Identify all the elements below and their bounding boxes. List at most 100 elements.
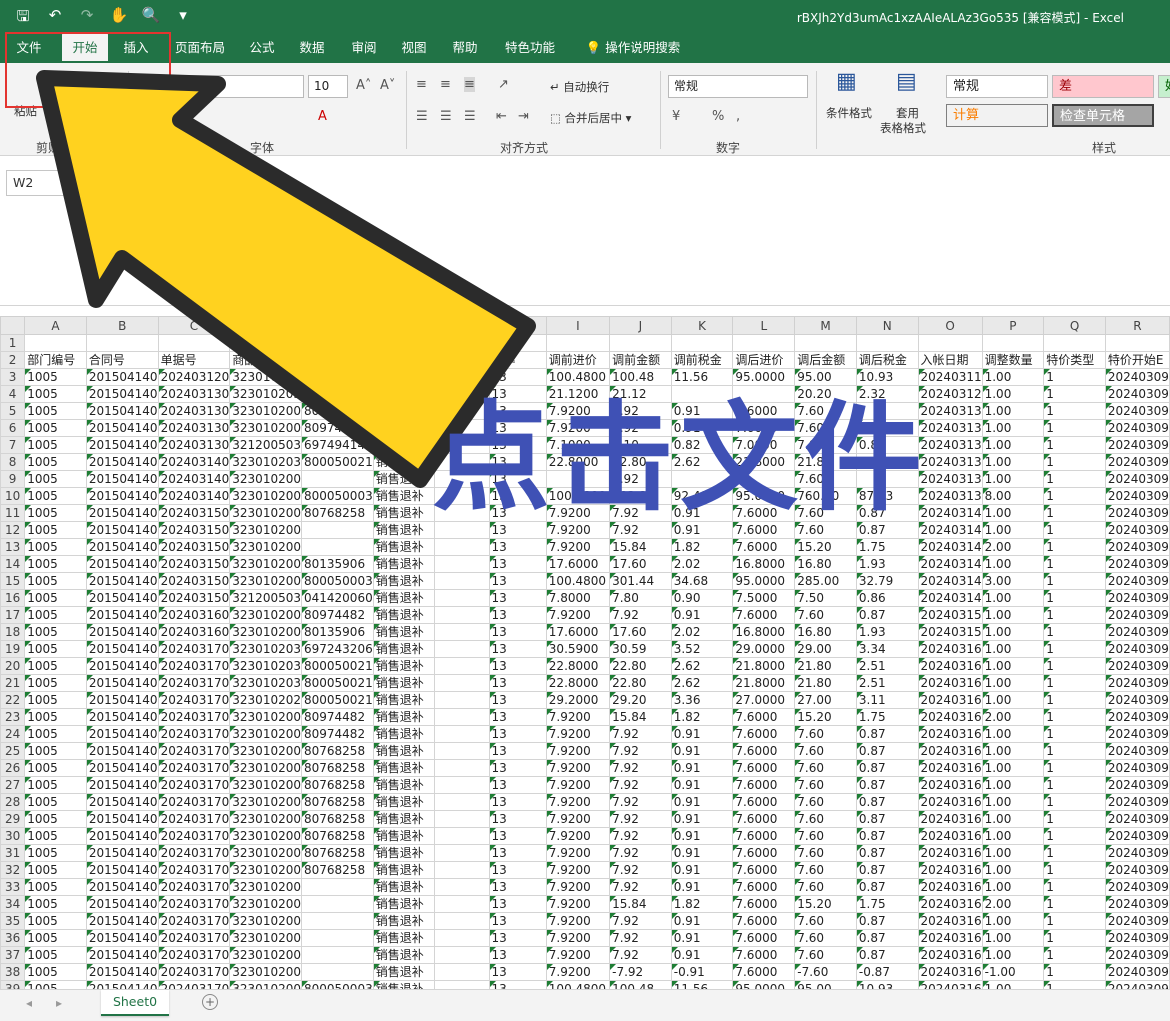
grid-cell[interactable]: 202403170 bbox=[157, 725, 231, 743]
grid-cell[interactable]: 95.00 bbox=[794, 980, 857, 989]
grid-cell[interactable]: 20240309 bbox=[1104, 368, 1170, 386]
grid-cell[interactable]: 13 bbox=[488, 810, 547, 828]
grid-cell[interactable]: 20240309 bbox=[1104, 572, 1170, 590]
grid-cell[interactable]: 7.92 bbox=[609, 810, 672, 828]
grid-cell[interactable]: 销售退补 bbox=[372, 725, 436, 743]
row-header[interactable]: 33 bbox=[0, 878, 26, 896]
grid-cell[interactable]: 3.36 bbox=[670, 691, 734, 709]
grid-cell[interactable]: 80768258 bbox=[301, 776, 374, 794]
column-header-O[interactable]: O bbox=[917, 316, 983, 335]
grid-cell[interactable]: 20240316 bbox=[917, 759, 983, 777]
grid-cell[interactable]: 323010200 bbox=[229, 963, 302, 981]
grid-cell[interactable]: 7.9200 bbox=[545, 827, 611, 845]
grid-cell[interactable]: 323010200 bbox=[229, 521, 302, 539]
grid-cell[interactable]: 销售退补 bbox=[372, 895, 436, 913]
worksheet-grid[interactable]: ABCDEFGHIJKLMNOPQR 1 2 部门编号 合同号 单据号 商品编码商税率 调前… bbox=[0, 316, 1170, 989]
grid-cell[interactable]: 1 bbox=[1043, 487, 1106, 505]
grid-cell[interactable] bbox=[157, 334, 231, 352]
row-header[interactable]: 29 bbox=[0, 810, 26, 828]
grid-cell[interactable]: 20240309 bbox=[1104, 385, 1170, 403]
row-header[interactable]: 11 bbox=[0, 504, 26, 522]
grid-cell[interactable] bbox=[434, 912, 490, 930]
grid-cell[interactable] bbox=[372, 351, 436, 369]
tab-data[interactable]: 数据 bbox=[294, 33, 330, 63]
grid-cell[interactable]: 销售退补 bbox=[372, 980, 436, 989]
grid-cell[interactable]: 13 bbox=[488, 368, 547, 386]
grid-cell[interactable]: 7.92 bbox=[609, 861, 672, 879]
grid-cell[interactable] bbox=[434, 504, 490, 522]
grid-cell[interactable]: 13 bbox=[488, 521, 547, 539]
grid-cell[interactable]: 20240316 bbox=[917, 742, 983, 760]
grid-cell[interactable]: 800050003 bbox=[301, 487, 374, 505]
grid-cell[interactable]: 1005 bbox=[24, 385, 87, 403]
column-header-Q[interactable]: Q bbox=[1043, 316, 1106, 335]
grid-cell[interactable]: 800050021 bbox=[301, 453, 374, 471]
row-header[interactable]: 39 bbox=[0, 980, 26, 989]
grid-cell[interactable]: 323010200 bbox=[229, 929, 302, 947]
grid-cell[interactable]: 7.9200 bbox=[545, 810, 611, 828]
grid-cell[interactable]: 20240313 bbox=[917, 436, 983, 454]
grid-cell[interactable]: 20240313 bbox=[917, 419, 983, 437]
row-header[interactable]: 25 bbox=[0, 742, 26, 760]
grid-cell[interactable]: 323010200 bbox=[229, 810, 302, 828]
grid-cell[interactable] bbox=[545, 470, 611, 488]
grid-cell[interactable]: 销售退补 bbox=[372, 793, 436, 811]
grid-cell[interactable]: 201504140 bbox=[85, 606, 159, 624]
grid-cell[interactable]: 7.9200 bbox=[545, 759, 611, 777]
grid-cell[interactable]: 323010203 bbox=[229, 674, 302, 692]
orientation-icon[interactable]: ↗ bbox=[498, 77, 509, 92]
grid-cell[interactable]: 1.82 bbox=[670, 708, 734, 726]
grid-cell[interactable]: 1 bbox=[1043, 674, 1106, 692]
grid-cell[interactable]: 202403130 bbox=[157, 436, 231, 454]
grid-cell[interactable]: 1 bbox=[1043, 929, 1106, 947]
grid-cell[interactable]: 321200503 bbox=[229, 589, 302, 607]
grid-cell[interactable]: 80974482 bbox=[301, 402, 374, 420]
grid-cell[interactable]: 13 bbox=[488, 759, 547, 777]
grid-cell[interactable]: 95.0000 bbox=[732, 487, 796, 505]
grid-cell[interactable]: 1 bbox=[1043, 419, 1106, 437]
grid-cell[interactable]: 7.6000 bbox=[732, 708, 796, 726]
column-header-J[interactable]: J bbox=[609, 316, 672, 335]
grid-cell[interactable]: 13 bbox=[488, 725, 547, 743]
row-header[interactable]: 7 bbox=[0, 436, 26, 454]
grid-cell[interactable] bbox=[372, 334, 436, 352]
style-calculation[interactable]: 计算 bbox=[946, 104, 1048, 127]
grid-cell[interactable]: 2.51 bbox=[855, 657, 919, 675]
grid-cell[interactable]: 7.92 bbox=[609, 827, 672, 845]
grid-cell[interactable]: 20240316 bbox=[917, 725, 983, 743]
grid-cell[interactable]: 1005 bbox=[24, 606, 87, 624]
grid-cell[interactable] bbox=[434, 572, 490, 590]
grid-cell[interactable]: 13 bbox=[488, 980, 547, 989]
grid-cell[interactable]: 80974482 bbox=[301, 419, 374, 437]
grid-cell[interactable]: 13 bbox=[488, 436, 547, 454]
grid-cell[interactable]: 323010203 bbox=[229, 640, 302, 658]
grid-cell[interactable]: 7.6000 bbox=[732, 504, 796, 522]
grid-cell[interactable]: 销售退补 bbox=[372, 623, 436, 641]
grid-cell[interactable] bbox=[434, 419, 490, 437]
grid-cell[interactable]: 323010200 bbox=[229, 793, 302, 811]
grid-cell[interactable]: 1 bbox=[1043, 657, 1106, 675]
column-header-N[interactable]: N bbox=[855, 316, 919, 335]
grid-cell[interactable]: 0.91 bbox=[670, 504, 734, 522]
grid-cell[interactable]: 13 bbox=[488, 589, 547, 607]
grid-cell[interactable] bbox=[434, 963, 490, 981]
grid-cell[interactable]: 税率 bbox=[488, 351, 547, 369]
grid-cell[interactable]: 92.48 bbox=[670, 487, 734, 505]
grid-cell[interactable]: 16.80 bbox=[794, 623, 857, 641]
grid-cell[interactable]: 20240316 bbox=[917, 810, 983, 828]
grid-cell[interactable]: 20240309 bbox=[1104, 589, 1170, 607]
grid-cell[interactable]: 7.6000 bbox=[732, 878, 796, 896]
grid-cell[interactable]: 20240316 bbox=[917, 844, 983, 862]
grid-cell[interactable]: 7.60 bbox=[794, 419, 857, 437]
grid-cell[interactable]: 销售退补 bbox=[372, 963, 436, 981]
grid-cell[interactable] bbox=[434, 980, 490, 989]
grid-cell[interactable]: 323010200 bbox=[229, 606, 302, 624]
grid-cell[interactable]: 20240309 bbox=[1104, 929, 1170, 947]
grid-cell[interactable]: 323010200 bbox=[229, 878, 302, 896]
grid-cell[interactable]: 7.60 bbox=[794, 810, 857, 828]
grid-cell[interactable]: 202403170 bbox=[157, 827, 231, 845]
grid-cell[interactable] bbox=[301, 538, 374, 556]
grid-cell[interactable]: 7.92 bbox=[609, 504, 672, 522]
column-header-P[interactable]: P bbox=[981, 316, 1045, 335]
grid-cell[interactable]: 323010200 bbox=[229, 368, 302, 386]
